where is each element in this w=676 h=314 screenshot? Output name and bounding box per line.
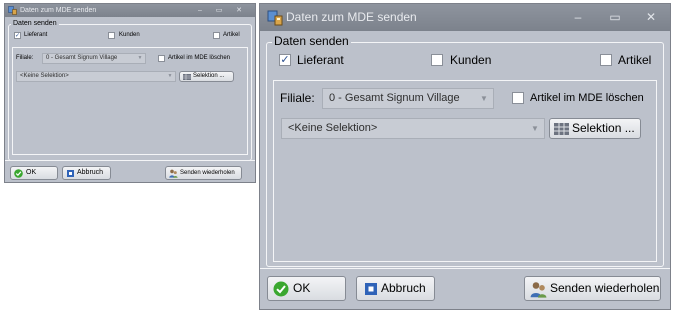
selection-dropdown[interactable]: <Keine Selektion> ▼ [16, 71, 176, 82]
selection-value: <Keine Selektion> [20, 73, 69, 79]
people-icon [530, 282, 547, 298]
senden-button-label: Senden wiederholen [550, 281, 660, 295]
chevron-down-icon: ▼ [167, 73, 173, 79]
senden-wiederholen-button[interactable]: Senden wiederholen [524, 276, 661, 301]
selection-dropdown[interactable]: <Keine Selektion> ▼ [281, 118, 545, 139]
dialog-window-large: Daten zum MDE senden – ▭ ✕ Daten senden … [259, 3, 671, 310]
filiale-label: Filiale: [280, 91, 315, 105]
abbruch-button[interactable]: Abbruch [356, 276, 435, 301]
filiale-value: 0 - Gesamt Signum Village [46, 55, 118, 61]
dialog-window-small: Daten zum MDE senden – ▭ ✕ Daten senden … [4, 3, 256, 183]
selektion-button[interactable]: Selektion ... [549, 118, 641, 139]
ok-button-label: OK [293, 281, 311, 295]
group-legend: Daten senden [11, 19, 59, 29]
window-title: Daten zum MDE senden [20, 7, 97, 14]
senden-wiederholen-button[interactable]: Senden wiederholen [165, 166, 242, 180]
filiale-value: 0 - Gesamt Signum Village [329, 92, 460, 104]
ok-button-label: OK [26, 169, 37, 176]
selection-value: <Keine Selektion> [288, 122, 378, 134]
blue-box-icon [365, 283, 377, 295]
lieferant-label: Lieferant [297, 53, 344, 67]
minimize-button[interactable]: – [567, 9, 589, 25]
window-title: Daten zum MDE senden [286, 10, 417, 24]
selektion-button[interactable]: Selektion ... [179, 71, 234, 82]
lieferant-label: Lieferant [24, 32, 48, 38]
selektion-button-label: Selektion ... [193, 73, 225, 79]
chevron-down-icon: ▼ [531, 124, 539, 133]
artikel-checkbox[interactable] [600, 54, 612, 66]
artikel-loeschen-label: Artikel im MDE löschen [530, 92, 644, 104]
senden-button-label: Senden wiederholen [180, 170, 235, 176]
artikel-label: Artikel [223, 32, 240, 38]
close-button[interactable]: ✕ [233, 5, 245, 16]
lieferant-checkbox[interactable]: ✓ [279, 54, 291, 66]
maximize-button[interactable]: ▭ [213, 5, 225, 16]
kunden-checkbox[interactable] [431, 54, 443, 66]
people-icon [169, 169, 178, 178]
artikel-checkbox[interactable] [213, 32, 220, 39]
app-icon [267, 10, 283, 26]
artikel-loeschen-label: Artikel im MDE löschen [168, 55, 231, 61]
artikel-loeschen-checkbox[interactable] [512, 92, 524, 104]
grid-icon [554, 123, 569, 135]
ok-button[interactable]: OK [267, 276, 346, 301]
filiale-dropdown[interactable]: 0 - Gesamt Signum Village ▼ [42, 53, 146, 64]
green-check-icon [14, 169, 23, 178]
abbruch-button-label: Abbruch [381, 281, 426, 295]
filiale-dropdown[interactable]: 0 - Gesamt Signum Village ▼ [322, 88, 494, 109]
blue-box-icon [67, 170, 74, 177]
divider [5, 160, 255, 161]
kunden-label: Kunden [119, 32, 140, 38]
selektion-button-label: Selektion ... [572, 121, 635, 135]
ok-button[interactable]: OK [10, 166, 58, 180]
close-button[interactable]: ✕ [640, 9, 662, 25]
title-bar[interactable]: Daten zum MDE senden – ▭ ✕ [260, 4, 670, 31]
artikel-label: Artikel [618, 53, 652, 67]
group-legend: Daten senden [272, 34, 351, 49]
grid-icon [183, 74, 191, 80]
chevron-down-icon: ▼ [137, 55, 143, 61]
green-check-icon [273, 281, 289, 297]
maximize-button[interactable]: ▭ [604, 9, 626, 25]
divider [260, 268, 670, 269]
chevron-down-icon: ▼ [480, 94, 488, 103]
checkmark-icon: ✓ [15, 33, 21, 39]
artikel-loeschen-checkbox[interactable] [158, 55, 165, 62]
kunden-label: Kunden [450, 53, 492, 67]
abbruch-button[interactable]: Abbruch [62, 166, 111, 180]
kunden-checkbox[interactable] [108, 32, 115, 39]
title-bar[interactable]: Daten zum MDE senden – ▭ ✕ [5, 4, 255, 17]
abbruch-button-label: Abbruch [77, 169, 104, 176]
minimize-button[interactable]: – [194, 5, 206, 16]
filiale-label: Filiale: [16, 55, 34, 61]
checkmark-icon: ✓ [280, 54, 290, 66]
lieferant-checkbox[interactable]: ✓ [14, 32, 21, 39]
app-icon [8, 6, 17, 15]
